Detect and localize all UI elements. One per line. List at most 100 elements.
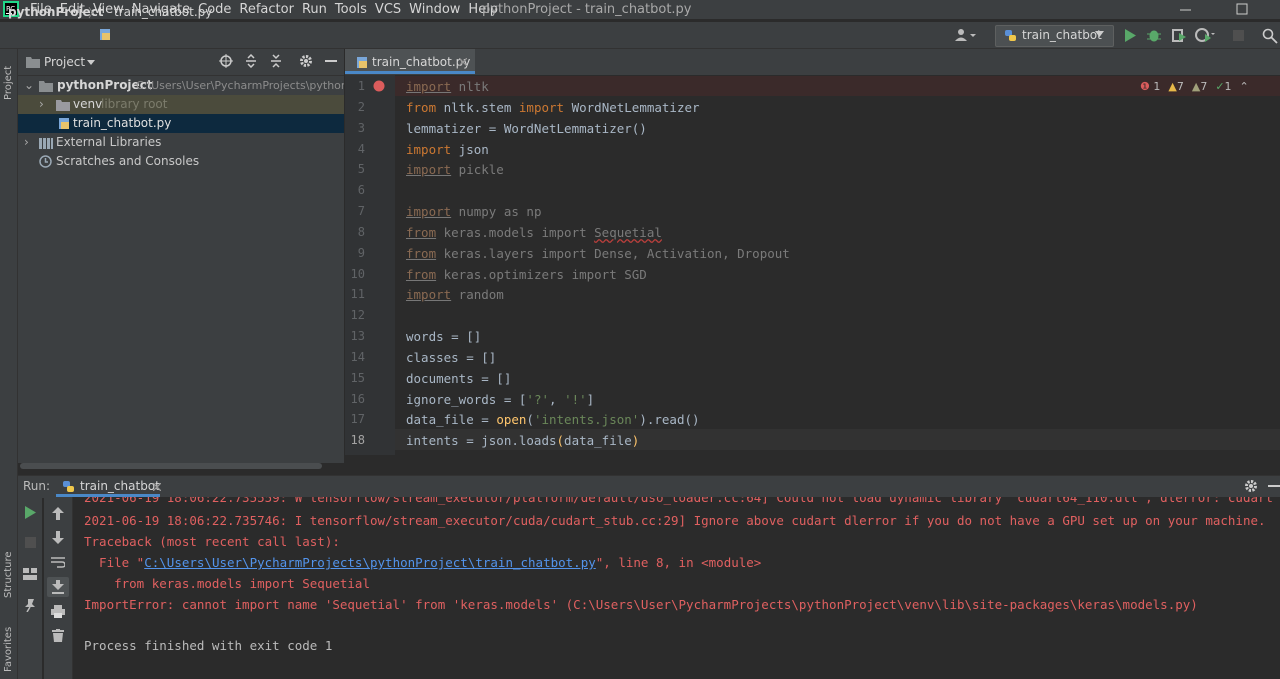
line-number: 1	[357, 79, 365, 93]
trash-icon[interactable]	[52, 629, 64, 642]
favorites-tool-window-label[interactable]: Favorites	[3, 622, 14, 672]
warning-count[interactable]: ▲7	[1168, 80, 1183, 93]
user-account-icon[interactable]	[954, 28, 978, 42]
code-token: classes = []	[406, 350, 497, 365]
tree-item-train-chatbot[interactable]: train_chatbot.py	[18, 114, 344, 133]
profile-icon[interactable]	[1195, 28, 1215, 43]
project-root-path: C:\Users\User\PycharmProjects\pythonPro	[136, 79, 344, 92]
code-token: keras.models import	[436, 225, 595, 240]
tree-item-project-root[interactable]: ⌄ pythonProject C:\Users\User\PycharmPro…	[18, 76, 344, 95]
line-number: 4	[357, 142, 365, 156]
code-line[interactable]: import random	[406, 287, 504, 302]
code-line[interactable]: import nltk	[406, 79, 489, 94]
debug-icon[interactable]	[1147, 28, 1161, 43]
code-line[interactable]: import json	[406, 142, 489, 157]
external-libraries-label: External Libraries	[56, 135, 162, 149]
code-token: data_file =	[406, 412, 497, 427]
horizontal-scrollbar[interactable]	[20, 463, 322, 469]
error-icon: ❶	[1140, 80, 1150, 93]
chevron-up-icon[interactable]: ⌃	[1240, 80, 1249, 93]
code-line[interactable]: words = []	[406, 329, 481, 344]
gear-icon[interactable]	[299, 54, 313, 68]
menu-tools[interactable]: Tools	[335, 0, 375, 19]
chevron-right-icon[interactable]: ›	[39, 95, 44, 114]
code-line[interactable]: data_file = open('intents.json').read()	[406, 412, 700, 427]
file-name: train_chatbot.py	[73, 116, 172, 130]
code-line[interactable]: from keras.optimizers import SGD	[406, 267, 647, 282]
breadcrumb-separator: 〉	[88, 6, 101, 20]
hide-panel-icon[interactable]	[325, 60, 337, 62]
close-icon[interactable]	[459, 58, 467, 66]
code-line[interactable]: import pickle	[406, 162, 504, 177]
chevron-down-icon[interactable]	[87, 60, 95, 65]
folder-icon	[26, 57, 40, 68]
gear-icon[interactable]	[1244, 479, 1258, 493]
code-token: open	[496, 412, 527, 427]
arrow-down-icon[interactable]	[52, 531, 64, 544]
line-number: 7	[357, 204, 365, 218]
check-icon: ✓	[1215, 80, 1225, 93]
inspection-widget[interactable]: ❶ 1 ▲7 ▲7 ✓1 ⌃	[1140, 80, 1249, 93]
source-file-link[interactable]: C:\Users\User\PycharmProjects\pythonProj…	[144, 555, 596, 570]
run-icon[interactable]	[1124, 29, 1136, 42]
code-token: 'intents.json'	[533, 412, 640, 427]
project-tool-window-label[interactable]: Project	[3, 55, 14, 100]
line-number: 10	[350, 267, 365, 281]
menu-refactor[interactable]: Refactor	[239, 0, 302, 19]
expand-all-icon[interactable]	[244, 54, 258, 68]
run-with-coverage-icon[interactable]	[1171, 28, 1187, 43]
code-line[interactable]: intents = json.loads(data_file)	[406, 433, 639, 448]
folder-icon	[56, 100, 70, 111]
code-line[interactable]: import numpy as np	[406, 204, 541, 219]
tree-item-external-libraries[interactable]: › External Libraries	[18, 133, 344, 152]
arrow-up-icon[interactable]	[52, 507, 64, 520]
soft-wrap-icon[interactable]	[51, 556, 65, 568]
run-toolbar-primary	[18, 497, 42, 679]
code-line[interactable]: from keras.models import Sequetial	[406, 225, 662, 240]
locate-icon[interactable]	[219, 54, 233, 68]
menu-run[interactable]: Run	[302, 0, 335, 19]
error-count[interactable]: ❶ 1	[1140, 80, 1160, 93]
code-line[interactable]: lemmatizer = WordNetLemmatizer()	[406, 121, 647, 136]
project-view-title[interactable]: Project	[44, 55, 85, 69]
stop-icon[interactable]	[25, 537, 36, 548]
close-icon[interactable]	[153, 483, 161, 491]
search-icon[interactable]	[1262, 28, 1278, 44]
stop-icon[interactable]	[1233, 30, 1244, 41]
code-line[interactable]: from keras.layers import Dense, Activati…	[406, 246, 790, 261]
venv-hint: library root	[101, 97, 168, 111]
code-line[interactable]: from nltk.stem import WordNetLemmatizer	[406, 100, 700, 115]
scratches-icon	[39, 155, 52, 168]
code-line[interactable]: classes = []	[406, 350, 496, 365]
layout-icon[interactable]	[23, 568, 37, 580]
scroll-to-end-icon	[52, 580, 64, 594]
code-line[interactable]: ignore_words = ['?', '!']	[406, 392, 594, 407]
tree-item-scratches[interactable]: Scratches and Consoles	[18, 152, 344, 171]
code-token: '?'	[526, 392, 549, 407]
chevron-down-icon[interactable]: ⌄	[24, 76, 34, 95]
menu-window[interactable]: Window	[409, 0, 468, 19]
weak-warning-count[interactable]: ▲7	[1192, 80, 1207, 93]
chevron-right-icon[interactable]: ›	[24, 133, 29, 152]
warning-icon: ▲	[1168, 80, 1177, 93]
structure-tool-window-label[interactable]: Structure	[3, 548, 14, 598]
code-token: import	[406, 162, 452, 177]
tree-item-venv[interactable]: › venv library root	[18, 95, 344, 114]
print-icon[interactable]	[51, 605, 65, 618]
run-tab-label[interactable]: train_chatbot	[80, 479, 160, 493]
code-line[interactable]: documents = []	[406, 371, 511, 386]
pin-icon[interactable]	[24, 599, 36, 612]
rerun-icon[interactable]	[25, 506, 36, 519]
code-token: pickle	[451, 162, 504, 177]
breakpoint-icon[interactable]	[373, 80, 385, 92]
breadcrumb-file[interactable]: train_chatbot.py	[114, 5, 212, 19]
hide-panel-icon[interactable]	[1268, 485, 1280, 487]
code-token: Sequetial	[594, 225, 662, 240]
python-file-icon	[100, 29, 110, 40]
collapse-all-icon[interactable]	[269, 54, 283, 68]
typo-count[interactable]: ✓1	[1215, 80, 1231, 93]
console-line: Traceback (most recent call last):	[84, 534, 340, 549]
menu-vcs[interactable]: VCS	[375, 0, 409, 19]
venv-name: venv	[73, 97, 103, 111]
code-token: data_file	[564, 433, 632, 448]
